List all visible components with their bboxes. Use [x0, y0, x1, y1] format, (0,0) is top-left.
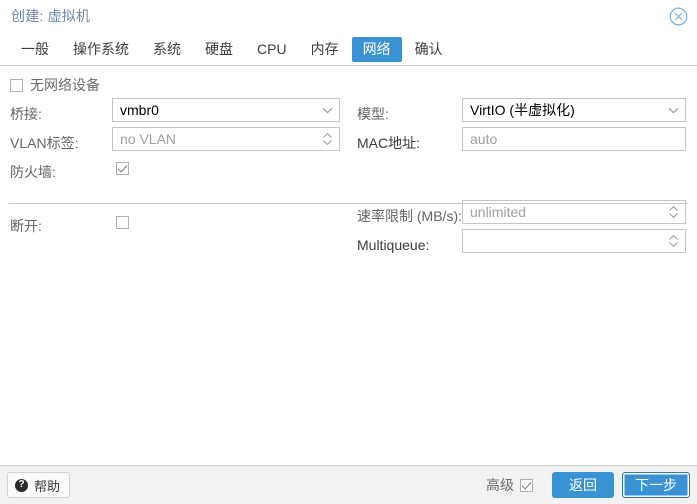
disconnect-label-row: 断开: — [10, 212, 42, 240]
advanced-label: 高级 — [486, 477, 514, 493]
help-button[interactable]: ? 帮助 — [7, 472, 71, 498]
model-select[interactable]: VirtIO (半虚拟化) — [462, 98, 686, 122]
firewall-checkbox[interactable] — [116, 162, 129, 175]
multiqueue-label-row: Multiqueue: — [357, 231, 429, 259]
vlan-tag-value: no VLAN — [120, 131, 177, 147]
firewall-label-row: 防火墙: — [10, 158, 56, 186]
disconnect-label: 断开: — [10, 218, 42, 234]
close-icon[interactable] — [669, 7, 688, 26]
mac-address-label: MAC地址: — [357, 135, 420, 151]
dialog-title: 创建: 虚拟机 — [11, 7, 91, 24]
mac-address-value: auto — [470, 131, 498, 147]
advanced-checkbox[interactable] — [520, 478, 533, 492]
tab-bar: 一般 操作系统 系统 硬盘 CPU 内存 网络 确认 — [0, 33, 697, 65]
multiqueue-input[interactable] — [462, 229, 686, 253]
multiqueue-label: Multiqueue: — [357, 237, 430, 253]
multiqueue-value — [470, 241, 665, 242]
advanced-toggle[interactable]: 高级 — [486, 475, 533, 495]
tab-system[interactable]: 系统 — [142, 37, 192, 62]
tab-memory[interactable]: 内存 — [300, 37, 350, 62]
tab-os[interactable]: 操作系统 — [62, 37, 140, 62]
create-vm-dialog: 创建: 虚拟机 一般 操作系统 系统 硬盘 CPU 内存 网络 确认 无网络设备… — [0, 0, 697, 504]
rate-limit-label: 速率限制 (MB/s): — [357, 208, 462, 224]
vlan-tag-label: VLAN标签: — [10, 135, 79, 151]
bridge-label: 桥接: — [10, 106, 42, 122]
tab-cpu[interactable]: CPU — [246, 37, 298, 62]
firewall-label: 防火墙: — [10, 164, 56, 180]
model-value: VirtIO (半虚拟化) — [470, 102, 575, 118]
no-network-device-row[interactable]: 无网络设备 — [10, 76, 100, 94]
dialog-titlebar: 创建: 虚拟机 — [0, 0, 697, 33]
rate-limit-label-row: 速率限制 (MB/s): — [357, 202, 462, 230]
help-button-label: 帮助 — [34, 478, 61, 494]
rate-limit-value: unlimited — [470, 204, 527, 220]
no-network-device-label: 无网络设备 — [30, 77, 100, 93]
dialog-footer: ? 帮助 高级 返回 下一步 — [0, 466, 697, 504]
bridge-label-row: 桥接: — [10, 100, 42, 128]
tab-confirm[interactable]: 确认 — [404, 37, 454, 62]
spinner-icon[interactable] — [319, 132, 335, 146]
network-settings-panel: 无网络设备 桥接: vmbr0 VLAN标签: no VLAN 防火墙: 断开:… — [0, 65, 697, 466]
tab-disks[interactable]: 硬盘 — [194, 37, 244, 62]
model-label-row: 模型: — [357, 100, 389, 128]
mac-address-input[interactable]: auto — [462, 127, 686, 151]
section-divider — [9, 203, 688, 204]
chevron-down-icon[interactable] — [665, 107, 681, 114]
disconnect-checkbox[interactable] — [116, 216, 129, 229]
back-button[interactable]: 返回 — [552, 472, 614, 498]
tab-network[interactable]: 网络 — [351, 36, 402, 62]
bridge-select[interactable]: vmbr0 — [112, 98, 340, 122]
vlan-tag-input[interactable]: no VLAN — [112, 127, 340, 151]
next-button[interactable]: 下一步 — [622, 472, 690, 498]
mac-label-row: MAC地址: — [357, 129, 420, 157]
vlan-label-row: VLAN标签: — [10, 129, 78, 157]
spinner-icon[interactable] — [665, 234, 681, 248]
bridge-value: vmbr0 — [120, 102, 159, 118]
no-network-device-checkbox[interactable] — [10, 78, 23, 92]
model-label: 模型: — [357, 106, 389, 122]
spinner-icon[interactable] — [665, 205, 681, 219]
chevron-down-icon[interactable] — [319, 107, 335, 114]
question-mark-icon: ? — [15, 478, 28, 492]
tab-general[interactable]: 一般 — [10, 37, 60, 62]
